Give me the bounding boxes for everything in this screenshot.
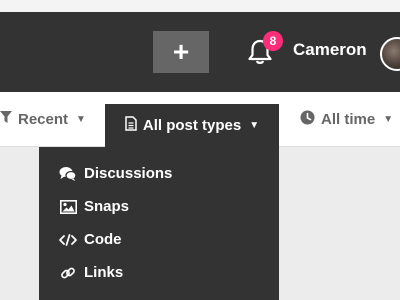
recent-filter[interactable]: Recent ▼ (0, 92, 86, 146)
chevron-down-icon: ▼ (383, 113, 394, 125)
filter-icon (0, 110, 12, 128)
menu-item-discussions[interactable]: Discussions (39, 157, 279, 190)
link-icon (59, 264, 77, 282)
notification-count-badge: 8 (263, 31, 283, 51)
menu-item-label: Discussions (84, 165, 173, 182)
clock-icon (300, 110, 315, 129)
menu-item-snaps[interactable]: Snaps (39, 190, 279, 223)
post-types-filter[interactable]: All post types ▼ (105, 104, 279, 147)
add-post-button[interactable]: + (153, 31, 209, 73)
chevron-down-icon: ▼ (76, 113, 86, 125)
plus-icon: + (172, 36, 190, 67)
menu-item-label: Snaps (84, 198, 130, 215)
document-icon (125, 116, 137, 135)
menu-item-label: Code (84, 231, 122, 248)
chevron-down-icon: ▼ (249, 120, 260, 131)
menu-item-label: Links (84, 264, 124, 281)
recent-filter-label: Recent (18, 110, 69, 128)
menu-item-code[interactable]: Code (39, 223, 279, 256)
time-filter-label: All time (321, 110, 376, 128)
notifications-button[interactable]: 8 (244, 31, 284, 70)
chat-bubbles-icon (59, 165, 77, 183)
code-icon (59, 231, 77, 249)
time-filter[interactable]: All time ▼ (300, 92, 393, 146)
post-types-filter-label: All post types (142, 117, 242, 134)
user-name[interactable]: Cameron (293, 40, 367, 60)
top-strip (0, 0, 400, 12)
image-icon (59, 198, 77, 216)
post-types-dropdown: Discussions Snaps Code Links (39, 147, 279, 300)
menu-item-links[interactable]: Links (39, 256, 279, 289)
